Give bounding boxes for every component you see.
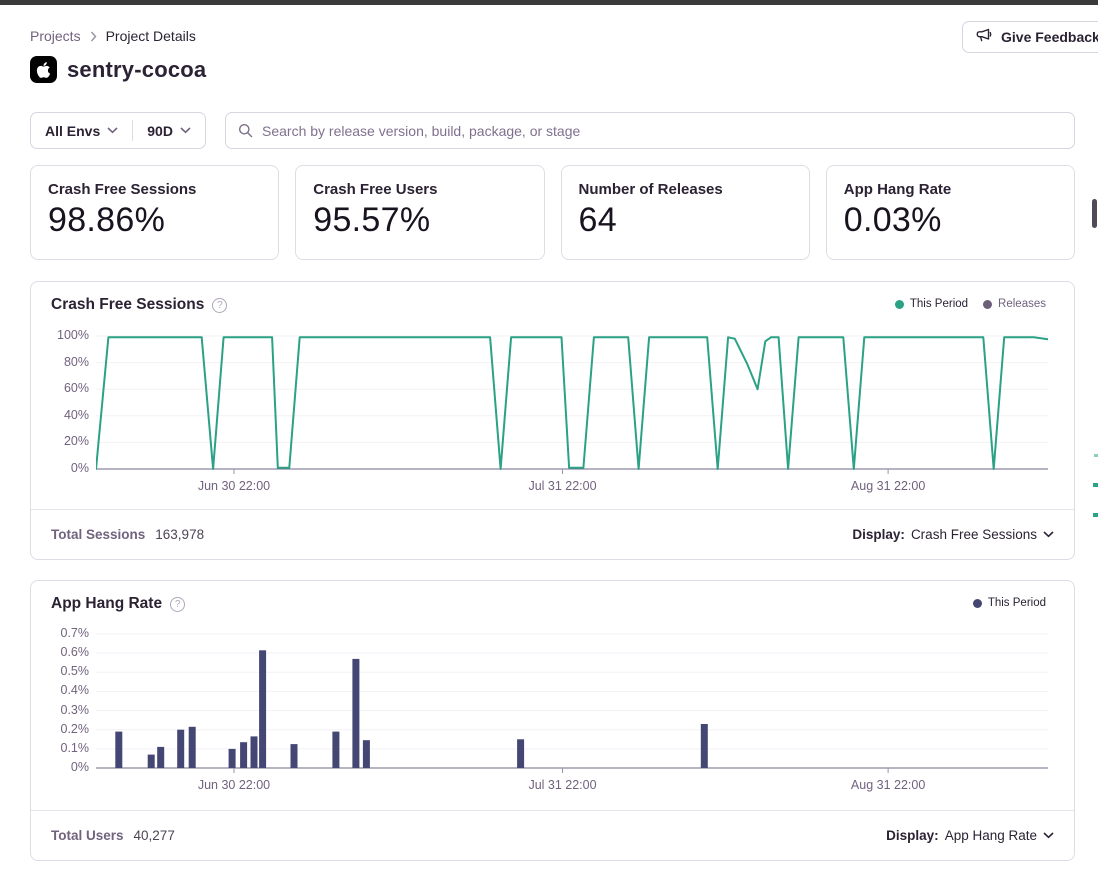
legend-label: Releases	[998, 298, 1046, 310]
chevron-down-icon	[1043, 531, 1054, 538]
stat-label: Number of Releases	[579, 181, 792, 198]
hang-bar-chart[interactable]	[96, 633, 1048, 776]
y-tick-label: 100%	[43, 328, 89, 342]
chevron-down-icon	[180, 127, 191, 134]
chevron-right-icon	[90, 31, 97, 42]
period-selector[interactable]: 90D	[133, 113, 205, 148]
filter-group: All Envs 90D	[30, 112, 206, 149]
legend-label: This Period	[910, 298, 968, 310]
stat-card-app-hang-rate: App Hang Rate 0.03%	[826, 165, 1075, 260]
sessions-chart-plot-area: 100%80%60%40%20%0% Jun 30 22:00Jul 31 22…	[96, 335, 1048, 477]
total-value: 163,978	[155, 527, 204, 542]
breadcrumb: Projects Project Details	[30, 28, 196, 44]
stat-card-crash-free-users: Crash Free Users 95.57%	[295, 165, 544, 260]
search-icon	[238, 123, 253, 138]
legend-item-releases[interactable]: Releases	[983, 298, 1046, 310]
y-tick-label: 20%	[43, 434, 89, 448]
breadcrumb-current: Project Details	[106, 28, 196, 44]
x-tick-label: Jun 30 22:00	[174, 479, 294, 493]
help-icon[interactable]: ?	[212, 298, 227, 313]
project-details-page: Projects Project Details Give Feedback s…	[0, 0, 1098, 880]
breadcrumb-projects-link[interactable]: Projects	[30, 28, 81, 44]
panel-header: Crash Free Sessions ?	[51, 296, 227, 314]
stat-value: 64	[579, 201, 792, 240]
display-label: Display:	[886, 828, 939, 843]
legend-item-this-period[interactable]: This Period	[895, 298, 968, 310]
scrollbar-thumb[interactable]	[1092, 199, 1097, 228]
stat-label: Crash Free Users	[313, 181, 526, 198]
y-tick-label: 0.5%	[43, 664, 89, 678]
display-label: Display:	[852, 527, 905, 542]
x-tick-label: Aug 31 22:00	[828, 778, 948, 792]
y-tick-label: 0.4%	[43, 683, 89, 697]
y-tick-label: 0.3%	[43, 703, 89, 717]
y-tick-label: 80%	[43, 355, 89, 369]
stats-row: Crash Free Sessions 98.86% Crash Free Us…	[30, 165, 1075, 260]
y-tick-label: 0.1%	[43, 741, 89, 755]
display-selector[interactable]: Display: Crash Free Sessions	[852, 527, 1054, 542]
apple-platform-icon	[30, 56, 57, 83]
environment-selector[interactable]: All Envs	[31, 113, 132, 148]
display-value: Crash Free Sessions	[911, 527, 1037, 542]
sessions-line-chart[interactable]	[96, 335, 1048, 477]
total-sessions: Total Sessions 163,978	[51, 527, 204, 542]
period-selector-label: 90D	[147, 123, 173, 139]
top-window-bar	[0, 0, 1098, 5]
x-tick-label: Jul 31 22:00	[503, 778, 623, 792]
stat-card-crash-free-sessions: Crash Free Sessions 98.86%	[30, 165, 279, 260]
legend-dot	[983, 300, 992, 309]
display-selector[interactable]: Display: App Hang Rate	[886, 828, 1054, 843]
release-search	[225, 112, 1075, 149]
stat-label: Crash Free Sessions	[48, 181, 261, 198]
stat-value: 98.86%	[48, 201, 261, 240]
stat-card-number-of-releases: Number of Releases 64	[561, 165, 810, 260]
legend-dot	[895, 300, 904, 309]
y-tick-label: 0%	[43, 760, 89, 774]
panel-title: Crash Free Sessions	[51, 296, 204, 314]
chevron-down-icon	[1043, 832, 1054, 839]
total-label: Total Sessions	[51, 527, 145, 542]
megaphone-icon	[976, 28, 992, 46]
clipped-release-fragment	[1093, 513, 1098, 517]
x-tick-label: Aug 31 22:00	[828, 479, 948, 493]
give-feedback-button[interactable]: Give Feedback	[962, 21, 1098, 53]
project-title-row: sentry-cocoa	[30, 56, 206, 83]
clipped-release-fragment	[1094, 454, 1098, 457]
panel-footer: Total Sessions 163,978 Display: Crash Fr…	[31, 509, 1074, 559]
panel-footer: Total Users 40,277 Display: App Hang Rat…	[31, 810, 1074, 860]
panel-header: App Hang Rate ?	[51, 595, 185, 613]
y-tick-label: 0.2%	[43, 722, 89, 736]
help-icon[interactable]: ?	[170, 597, 185, 612]
panel-title: App Hang Rate	[51, 595, 162, 613]
page-title: sentry-cocoa	[67, 57, 206, 83]
y-tick-label: 40%	[43, 408, 89, 422]
total-label: Total Users	[51, 828, 124, 843]
clipped-release-fragment	[1093, 483, 1098, 487]
environment-selector-label: All Envs	[45, 123, 100, 139]
x-tick-label: Jul 31 22:00	[503, 479, 623, 493]
search-input[interactable]	[262, 123, 1062, 139]
crash-free-sessions-panel: Crash Free Sessions ? This Period Releas…	[30, 281, 1075, 560]
legend-item-this-period[interactable]: This Period	[973, 597, 1046, 609]
give-feedback-label: Give Feedback	[1001, 29, 1098, 45]
hang-chart-plot-area: 0.7%0.6%0.5%0.4%0.3%0.2%0.1%0% Jun 30 22…	[96, 633, 1048, 776]
stat-value: 95.57%	[313, 201, 526, 240]
chevron-down-icon	[107, 127, 118, 134]
app-hang-rate-panel: App Hang Rate ? This Period 0.7%0.6%0.5%…	[30, 580, 1075, 861]
x-tick-label: Jun 30 22:00	[174, 778, 294, 792]
total-value: 40,277	[134, 828, 175, 843]
chart-legend: This Period Releases	[895, 298, 1046, 310]
y-tick-label: 0%	[43, 461, 89, 475]
legend-dot	[973, 599, 982, 608]
y-tick-label: 60%	[43, 381, 89, 395]
stat-value: 0.03%	[844, 201, 1057, 240]
y-tick-label: 0.6%	[43, 645, 89, 659]
stat-label: App Hang Rate	[844, 181, 1057, 198]
display-value: App Hang Rate	[945, 828, 1037, 843]
y-tick-label: 0.7%	[43, 626, 89, 640]
total-users: Total Users 40,277	[51, 828, 175, 843]
chart-legend: This Period	[973, 597, 1046, 609]
legend-label: This Period	[988, 597, 1046, 609]
